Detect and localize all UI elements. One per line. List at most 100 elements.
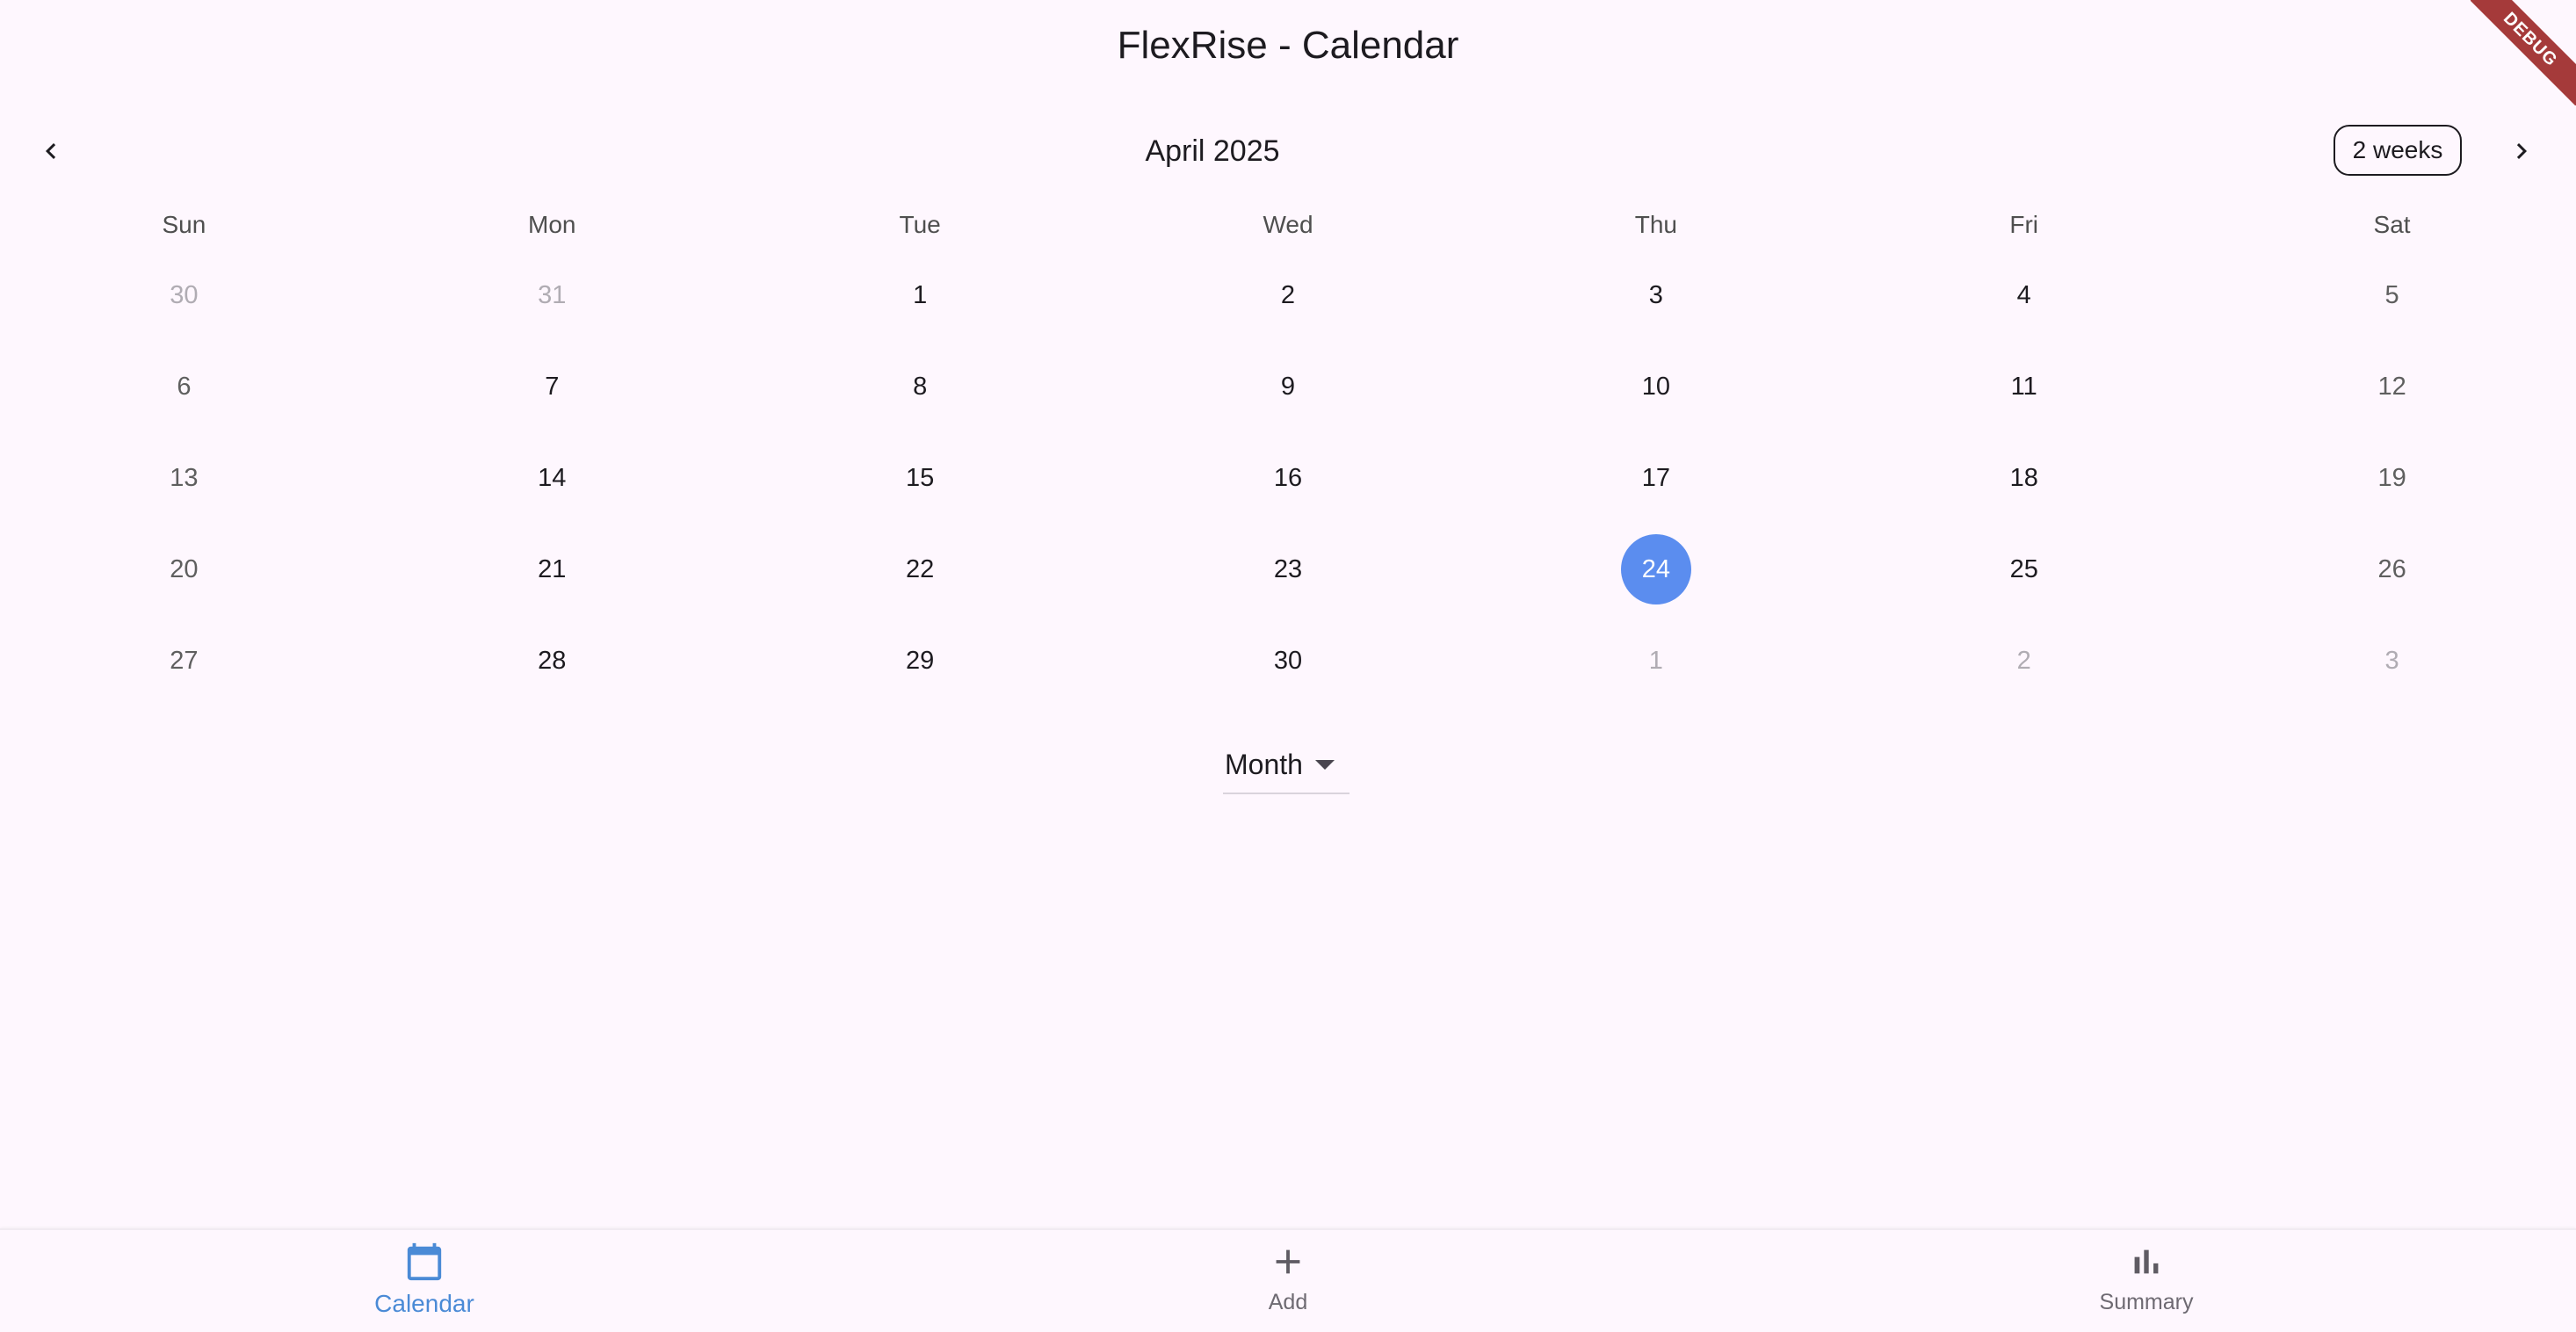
calendar-day-number: 15 — [906, 463, 935, 492]
calendar-day[interactable]: 6 — [0, 341, 368, 432]
page-title: FlexRise - Calendar — [1117, 24, 1459, 67]
calendar-day[interactable]: 3 — [1472, 250, 1840, 341]
calendar-view-dropdown[interactable]: Month — [1223, 736, 1350, 794]
calendar-day[interactable]: 15 — [736, 432, 1104, 524]
previous-month-button[interactable] — [19, 119, 83, 183]
calendar-day-number: 10 — [1641, 372, 1670, 401]
calendar-icon — [403, 1241, 445, 1283]
calendar-day-number: 11 — [2010, 372, 2037, 401]
calendar-day[interactable]: 28 — [368, 615, 736, 706]
calendar-day-number: 3 — [2384, 646, 2399, 675]
calendar-day[interactable]: 2 — [1840, 615, 2208, 706]
calendar-day-number: 16 — [1273, 463, 1303, 492]
calendar-day-number: 27 — [170, 646, 199, 675]
calendar-day-number: 21 — [538, 554, 567, 583]
calendar-day[interactable]: 30 — [0, 250, 368, 341]
calendar-day[interactable]: 30 — [1104, 615, 1473, 706]
calendar-day-number: 26 — [2377, 554, 2406, 583]
calendar-day[interactable]: 3 — [2208, 615, 2576, 706]
calendar-day-number: 12 — [2377, 372, 2406, 401]
weekday-header-row: Sun Mon Tue Wed Thu Fri Sat — [0, 200, 2576, 250]
calendar-day-number: 23 — [1273, 554, 1303, 583]
calendar-day-number: 25 — [2009, 554, 2038, 583]
calendar-day-number: 20 — [170, 554, 199, 583]
calendar-day[interactable]: 2 — [1104, 250, 1473, 341]
calendar-day-number: 31 — [538, 280, 567, 309]
calendar-day[interactable]: 20 — [0, 524, 368, 615]
nav-item-label: Add — [1268, 1290, 1308, 1314]
weekday-label: Wed — [1263, 211, 1313, 238]
calendar-day[interactable]: 22 — [736, 524, 1104, 615]
calendar-day-number: 3 — [1648, 280, 1663, 309]
calendar-day-number: 1 — [913, 280, 928, 309]
calendar-day-selected[interactable]: 24 — [1472, 524, 1840, 615]
weekday-label: Thu — [1634, 211, 1677, 238]
calendar-view-value: Month — [1225, 748, 1303, 780]
debug-banner-label: DEBUG — [2471, 0, 2576, 105]
calendar-day-number: 29 — [906, 646, 935, 675]
calendar-day[interactable]: 12 — [2208, 341, 2576, 432]
calendar-header: April 2025 2 weeks — [0, 119, 2576, 183]
calendar-day[interactable]: 18 — [1840, 432, 2208, 524]
calendar-day[interactable]: 27 — [0, 615, 368, 706]
calendar-day[interactable]: 11 — [1840, 341, 2208, 432]
calendar-day[interactable]: 14 — [368, 432, 736, 524]
format-toggle-button[interactable]: 2 weeks — [2334, 125, 2462, 176]
calendar-day-number: 9 — [1280, 372, 1296, 401]
calendar-day-number: 14 — [538, 463, 567, 492]
calendar-day[interactable]: 23 — [1104, 524, 1473, 615]
next-month-button[interactable] — [2490, 119, 2553, 183]
debug-banner: DEBUG — [2471, 0, 2576, 105]
calendar-day-number: 8 — [913, 372, 928, 401]
nav-item-label: Summary — [2099, 1290, 2194, 1314]
calendar-day-number: 19 — [2377, 463, 2406, 492]
calendar-day[interactable]: 13 — [0, 432, 368, 524]
nav-item-calendar[interactable]: Calendar — [293, 1241, 556, 1328]
calendar-day[interactable]: 1 — [1472, 615, 1840, 706]
calendar-day[interactable]: 10 — [1472, 341, 1840, 432]
weekday-label: Sun — [162, 211, 206, 238]
arrow-drop-down-icon — [1314, 759, 1335, 770]
calendar-day[interactable]: 5 — [2208, 250, 2576, 341]
calendar-day-number: 18 — [2009, 463, 2038, 492]
calendar-day-number: 7 — [545, 372, 560, 401]
calendar-day-number: 17 — [1641, 463, 1670, 492]
nav-item-label: Calendar — [374, 1290, 474, 1317]
calendar-day[interactable]: 7 — [368, 341, 736, 432]
nav-item-add[interactable]: Add — [1156, 1241, 1420, 1328]
calendar-day-number: 2 — [2016, 646, 2031, 675]
calendar-day[interactable]: 9 — [1104, 341, 1473, 432]
calendar-day[interactable]: 1 — [736, 250, 1104, 341]
calendar-day[interactable]: 21 — [368, 524, 736, 615]
calendar-day[interactable]: 25 — [1840, 524, 2208, 615]
calendar-day-number: 2 — [1280, 280, 1296, 309]
calendar-day-number: 5 — [2384, 280, 2399, 309]
calendar-day[interactable]: 31 — [368, 250, 736, 341]
calendar-day-number: 6 — [177, 372, 192, 401]
app-root: FlexRise - Calendar DEBUG April 2025 2 w… — [0, 0, 2576, 1332]
calendar-day[interactable]: 26 — [2208, 524, 2576, 615]
nav-item-summary[interactable]: Summary — [2015, 1241, 2278, 1328]
calendar-day-number: 4 — [2016, 280, 2031, 309]
calendar-day-number: 22 — [906, 554, 935, 583]
calendar-day-number: 30 — [1273, 646, 1303, 675]
bar-chart-icon — [2125, 1241, 2167, 1283]
calendar-day[interactable]: 17 — [1472, 432, 1840, 524]
month-title: April 2025 — [1145, 134, 1280, 168]
calendar-day[interactable]: 16 — [1104, 432, 1473, 524]
calendar-day-number: 24 — [1620, 534, 1691, 604]
calendar-day[interactable]: 4 — [1840, 250, 2208, 341]
calendar-days-grid: 30 31 1 2 3 4 5 6 7 8 9 10 11 12 13 14 15 16 17 18 19 20 21 22 2… — [0, 250, 2576, 706]
chevron-left-icon — [46, 143, 56, 159]
weekday-label: Fri — [2009, 211, 2039, 238]
calendar-day-number: 13 — [170, 463, 199, 492]
weekday-label: Mon — [528, 211, 576, 238]
calendar-day-number: 30 — [170, 280, 199, 309]
chevron-right-icon — [2516, 143, 2527, 159]
calendar-day[interactable]: 19 — [2208, 432, 2576, 524]
calendar-day[interactable]: 29 — [736, 615, 1104, 706]
calendar-day[interactable]: 8 — [736, 341, 1104, 432]
calendar-day-number: 1 — [1648, 646, 1663, 675]
bottom-navigation-bar: Calendar Add Summary — [0, 1228, 2576, 1332]
weekday-label: Sat — [2373, 211, 2411, 238]
